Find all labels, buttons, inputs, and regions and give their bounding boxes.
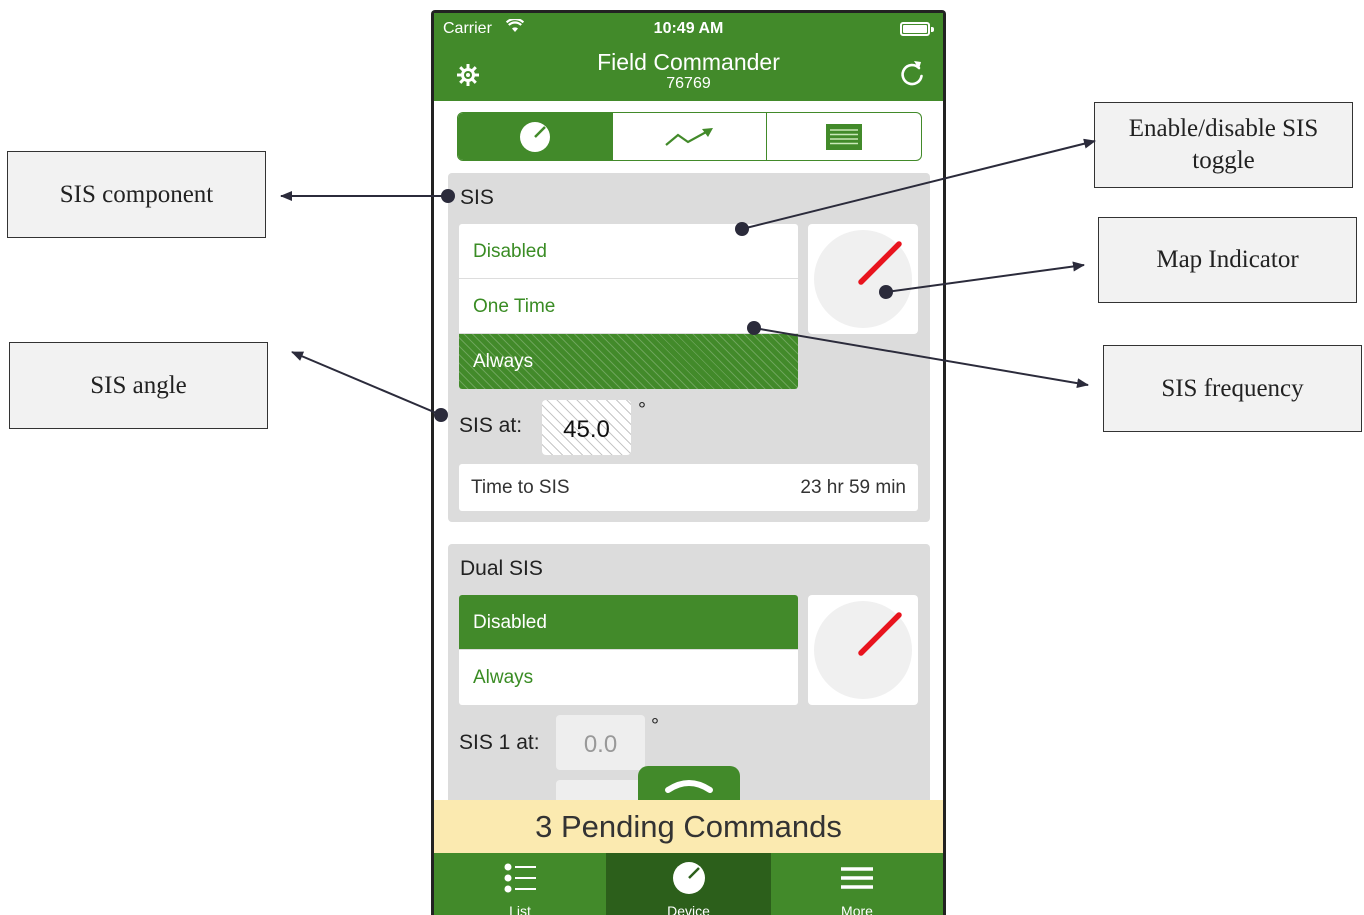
- tab-device[interactable]: Device: [606, 853, 771, 915]
- phone-frame: Carrier 10:49 AM Field Commander 76769 S…: [431, 10, 946, 915]
- time-to-sis-row: Time to SIS 23 hr 59 min: [459, 464, 918, 511]
- app-title: Field Commander: [597, 49, 780, 75]
- table-list-icon: [826, 123, 863, 150]
- annotation-toggle: Enable/disable SIS toggle: [1094, 102, 1353, 188]
- degree-symbol: °: [651, 715, 659, 737]
- dual-sis-options: Disabled Always: [459, 595, 798, 705]
- sis-card: SIS Disabled One Time Always SIS at: 45.…: [448, 173, 930, 522]
- annotation-map-indicator: Map Indicator: [1098, 217, 1357, 303]
- annotation-text: SIS component: [59, 180, 214, 208]
- sis-option-always[interactable]: Always: [459, 334, 798, 389]
- indicator-needle: [858, 241, 902, 285]
- segment-table[interactable]: [767, 113, 921, 160]
- segment-gauge[interactable]: [458, 113, 613, 160]
- annotation-sis-angle: SIS angle: [9, 342, 268, 429]
- annotation-text: Map Indicator: [1156, 246, 1299, 273]
- clock: 10:49 AM: [653, 20, 724, 37]
- trend-chart-icon: [664, 127, 713, 146]
- dual-sis-option-always[interactable]: Always: [459, 650, 798, 705]
- dual-sis-map-indicator: [808, 595, 918, 705]
- degree-symbol: °: [638, 399, 646, 421]
- tab-more[interactable]: More: [771, 853, 943, 915]
- device-id: 76769: [666, 75, 711, 92]
- menu-icon: [841, 867, 873, 889]
- gauge-icon: [519, 121, 550, 152]
- tab-more-label: More: [841, 903, 873, 915]
- annotated-screenshot: SIS component SIS angle Enable/disable S…: [0, 0, 1364, 915]
- sis-option-one-time[interactable]: One Time: [459, 279, 798, 334]
- refresh-icon[interactable]: [898, 58, 926, 88]
- gauge-icon: [672, 862, 705, 894]
- tab-list-label: List: [509, 903, 531, 915]
- sis-title: SIS: [460, 186, 494, 209]
- tab-device-label: Device: [667, 903, 710, 915]
- annotation-text: SIS angle: [90, 371, 187, 399]
- sis-map-indicator: [808, 224, 918, 334]
- sis1-angle-label: SIS 1 at:: [459, 731, 540, 754]
- app-screen: Carrier 10:49 AM Field Commander 76769 S…: [434, 13, 943, 915]
- pending-commands-banner[interactable]: 3 Pending Commands: [434, 800, 943, 853]
- annotation-text: SIS frequency: [1161, 374, 1304, 402]
- status-bar: Carrier 10:49 AM: [434, 17, 943, 41]
- sis-option-disabled[interactable]: Disabled: [459, 224, 798, 279]
- list-icon: [504, 863, 536, 893]
- time-to-sis-label: Time to SIS: [471, 477, 570, 498]
- tab-list[interactable]: List: [434, 853, 606, 915]
- sis1-angle-input[interactable]: 0.0: [556, 715, 645, 770]
- annotation-text: Enable/disable SIS toggle: [1128, 115, 1319, 174]
- time-to-sis-value: 23 hr 59 min: [800, 477, 906, 498]
- dual-sis-title: Dual SIS: [460, 557, 543, 580]
- annotation-sis-component: SIS component: [7, 151, 266, 238]
- sis-frequency-options: Disabled One Time Always: [459, 224, 798, 389]
- indicator-needle: [858, 612, 902, 656]
- segment-trend[interactable]: [613, 113, 768, 160]
- annotation-sis-frequency: SIS frequency: [1103, 345, 1362, 432]
- dual-sis-option-disabled[interactable]: Disabled: [459, 595, 798, 650]
- tab-bar: List Device More: [434, 853, 943, 915]
- app-header: Carrier 10:49 AM Field Commander 76769: [434, 13, 943, 101]
- sis-angle-input[interactable]: 45.0: [542, 400, 631, 455]
- battery-icon: [900, 22, 934, 36]
- sis-angle-label: SIS at:: [459, 414, 523, 437]
- view-segmented-control: [457, 112, 922, 161]
